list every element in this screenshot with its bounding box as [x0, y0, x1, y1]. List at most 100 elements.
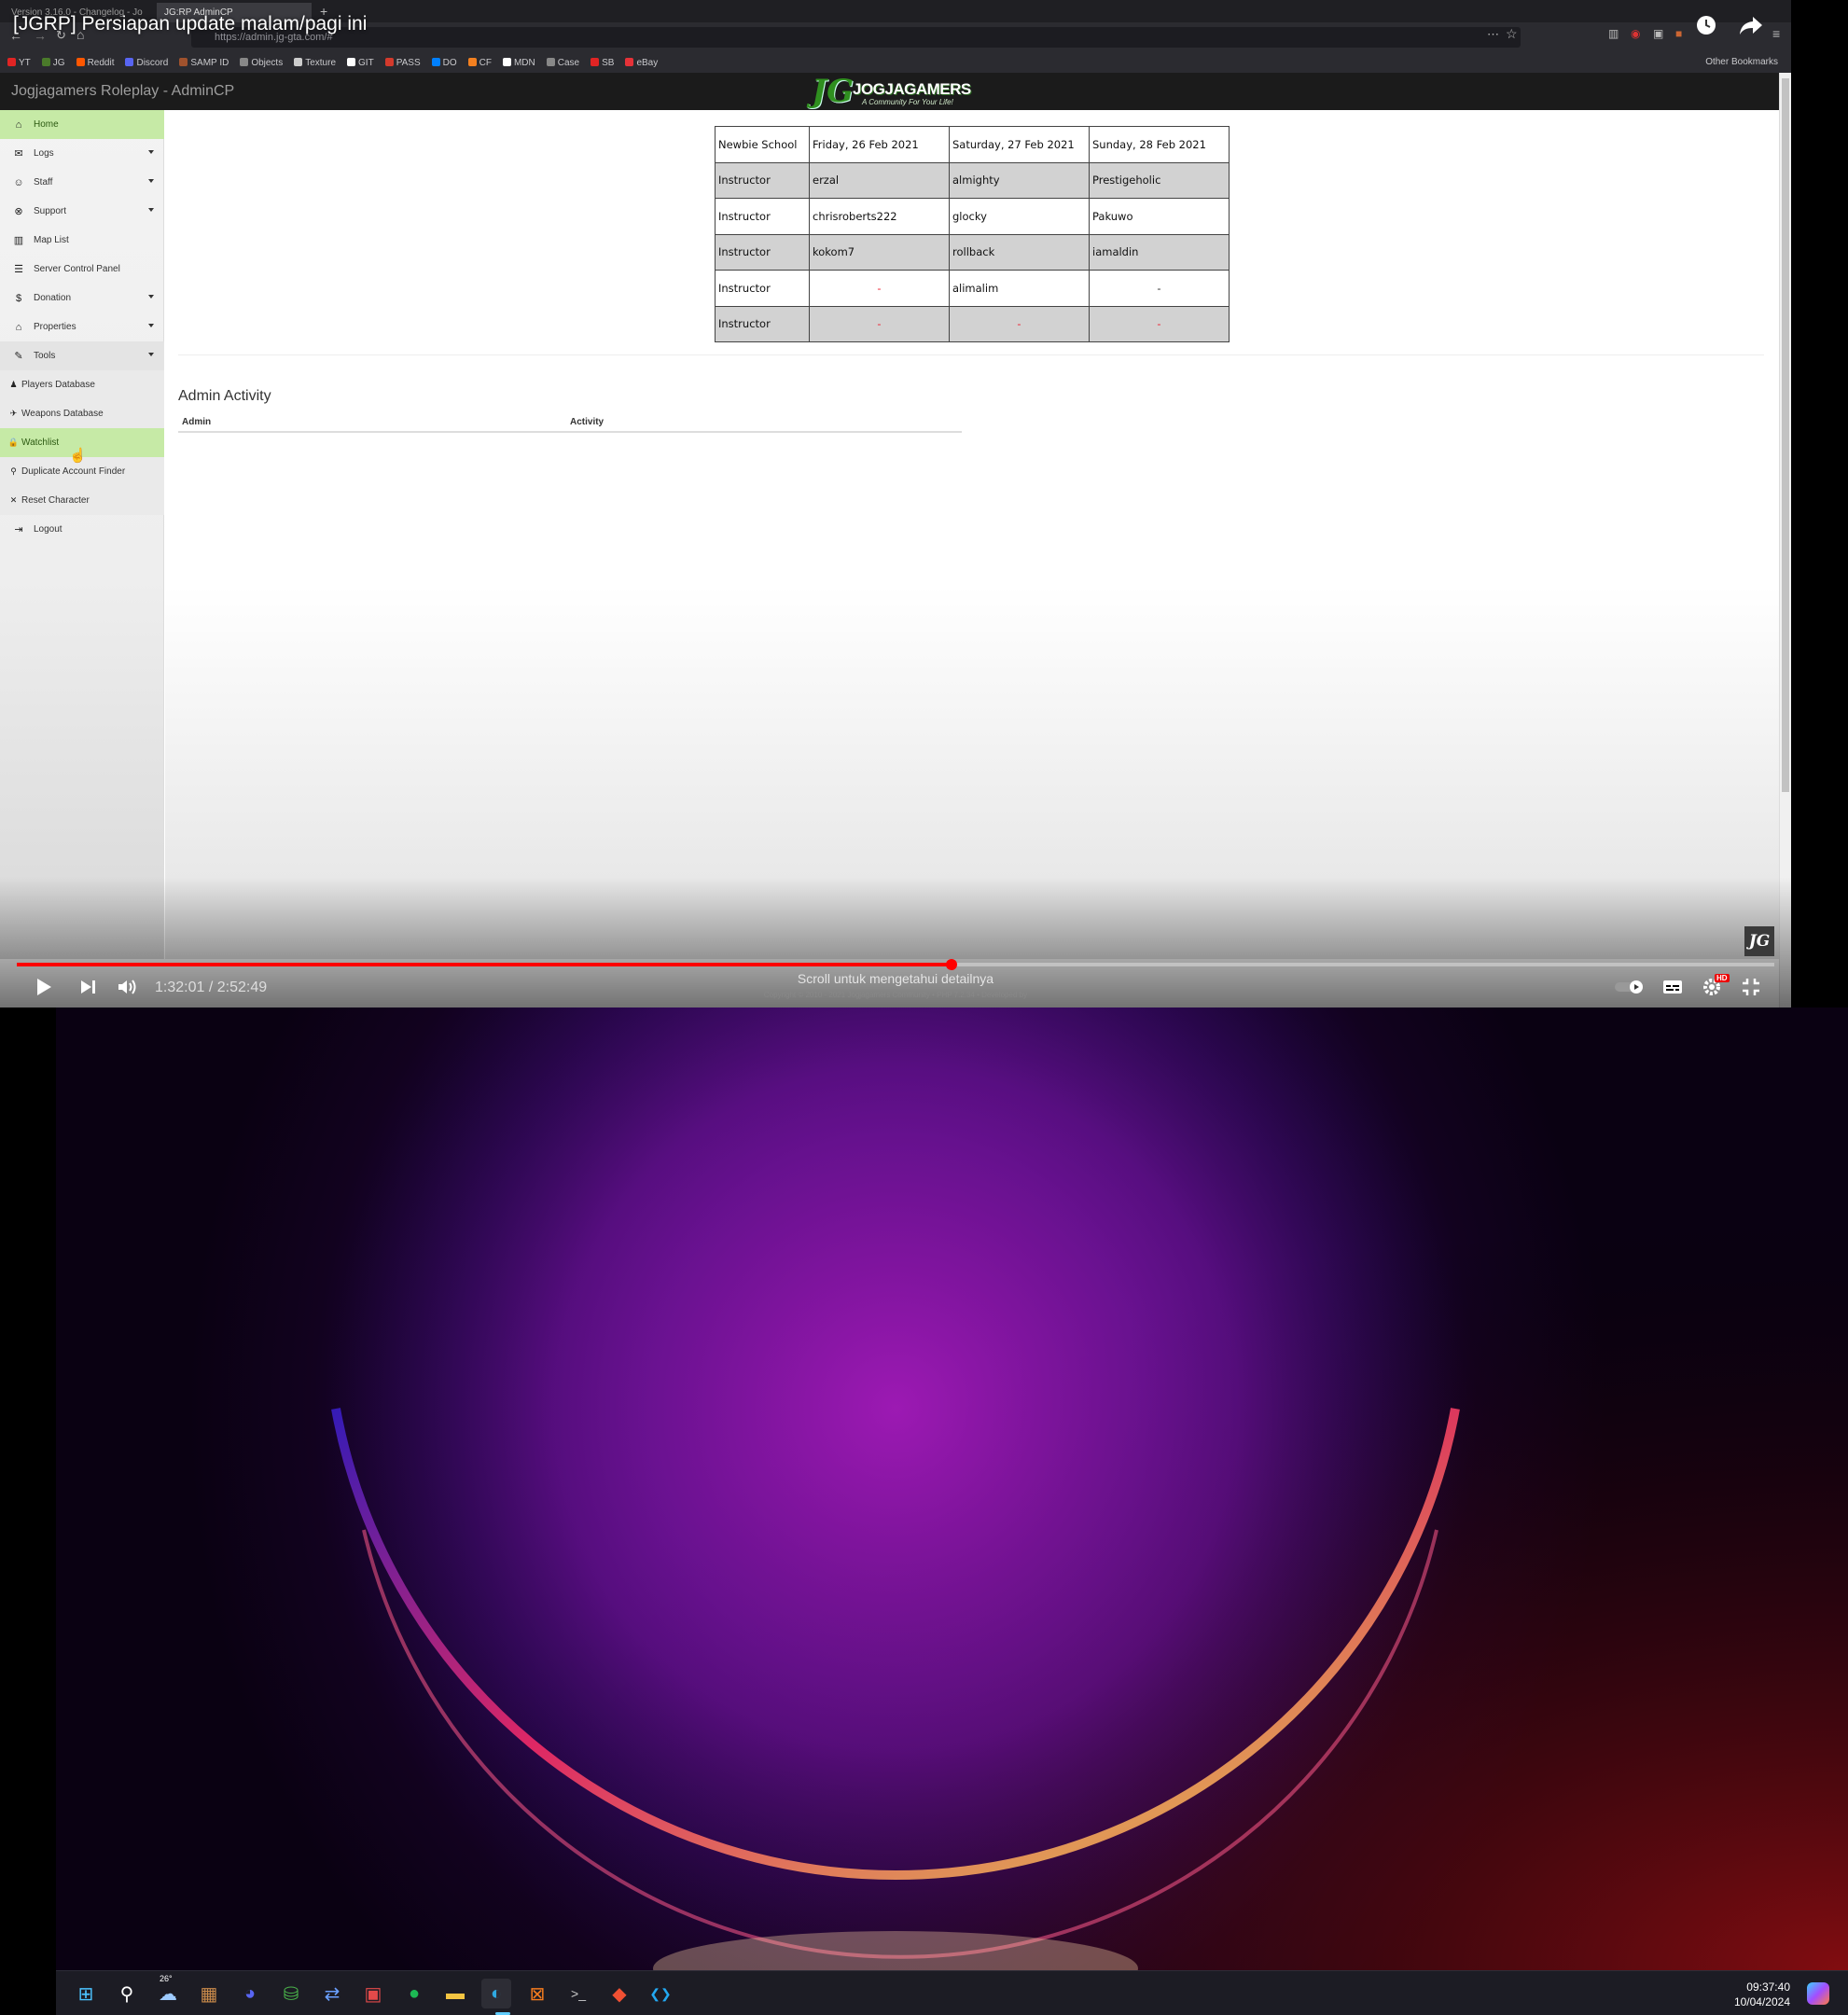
site-title[interactable]: Jogjagamers Roleplay - AdminCP: [11, 83, 234, 100]
newbie-school-schedule: Newbie School Friday, 26 Feb 2021 Saturday…: [715, 126, 1230, 342]
bookmark-ebay[interactable]: eBay: [625, 57, 659, 68]
system-clock[interactable]: 09:37:40 10/04/2024: [1734, 1980, 1790, 2009]
next-icon[interactable]: [75, 973, 103, 1001]
sidebar-item-label: Donation: [34, 293, 72, 303]
sidebar-item-reset-character[interactable]: ✕ Reset Character: [0, 486, 164, 515]
bookmark-label: Texture: [305, 57, 337, 68]
start-icon[interactable]: ⊞: [71, 1979, 101, 2008]
schedule-header-cell: Sunday, 28 Feb 2021: [1089, 126, 1230, 163]
bookmark-case[interactable]: Case: [546, 57, 580, 68]
bookmark-icon: [502, 57, 511, 66]
share-icon[interactable]: [1739, 13, 1763, 37]
schedule-row: Instructor - - -: [715, 305, 1230, 342]
star-icon[interactable]: ☆: [1506, 26, 1518, 42]
scrollbar-thumb[interactable]: [1782, 78, 1789, 792]
bookmark-label: GIT: [358, 57, 374, 68]
extension-icon[interactable]: ■: [1675, 27, 1682, 40]
bookmark-samp-id[interactable]: SAMP ID: [179, 57, 229, 68]
volume-icon[interactable]: [114, 973, 142, 1001]
url-field[interactable]: https://admin.jg-gta.com/#: [191, 27, 1521, 48]
server-icon: ☰: [14, 264, 23, 275]
chevron-down-icon: [148, 208, 154, 212]
sidebar-item-server-control-panel[interactable]: ☰ Server Control Panel: [0, 255, 164, 284]
video-player[interactable]: Version 3.16.0 - Changelog - Jo JG:RP Ad…: [0, 0, 1791, 1008]
sidebar-item-support[interactable]: ⊗ Support: [0, 197, 164, 226]
progress-bar[interactable]: [17, 959, 1774, 970]
schedule-cell: rollback: [949, 233, 1090, 271]
git-icon[interactable]: ◆: [604, 1979, 634, 2008]
sidebar-item-label: Logs: [34, 148, 54, 159]
bookmark-pass[interactable]: PASS: [384, 57, 421, 68]
xampp-icon[interactable]: ⊠: [522, 1979, 552, 2008]
sidebar-icon[interactable]: ▣: [1653, 27, 1663, 40]
divider: [178, 354, 1764, 355]
page-scrollbar[interactable]: [1779, 73, 1791, 1008]
video-title[interactable]: [JGRP] Persiapan update malam/pagi ini: [13, 13, 367, 35]
sidebar-item-tools[interactable]: ✎ Tools: [0, 341, 164, 370]
subtitles-icon[interactable]: [1659, 973, 1687, 1001]
bookmark-icon: [41, 57, 50, 66]
play-icon[interactable]: [30, 973, 58, 1001]
more-icon[interactable]: ⋯: [1487, 27, 1499, 42]
bookmark-label: YT: [19, 57, 31, 68]
search-icon[interactable]: ⚲: [112, 1979, 142, 2008]
bookmark-sb[interactable]: SB: [591, 57, 614, 68]
bookmark-objects[interactable]: Objects: [240, 57, 283, 68]
channel-watermark[interactable]: JG: [1744, 926, 1774, 956]
remote-app-icon[interactable]: ⇄: [317, 1979, 347, 2008]
schedule-row: Instructor erzal almighty Prestigeholic: [715, 161, 1230, 199]
site-header: Jogjagamers Roleplay - AdminCP JG JOGJAG…: [0, 73, 1779, 110]
schedule-cell: erzal: [809, 161, 950, 199]
copilot-icon[interactable]: [1807, 1982, 1829, 2005]
bookmark-mdn[interactable]: MDN: [502, 57, 535, 68]
discord-icon[interactable]: ◕: [235, 1979, 265, 2008]
bookmark-git[interactable]: GIT: [347, 57, 374, 68]
lock-icon: 🔒: [7, 438, 20, 447]
site-logo[interactable]: JG JOGJAGAMERS A Community For Your Life…: [810, 73, 971, 110]
edge-icon[interactable]: ◐: [481, 1979, 511, 2008]
bookmark-do[interactable]: DO: [431, 57, 457, 68]
sidebar-item-logout[interactable]: ⇥ Logout: [0, 515, 164, 544]
bookmark-label: Case: [557, 57, 580, 68]
library-icon[interactable]: ▥: [1608, 27, 1619, 40]
bookmark-discord[interactable]: Discord: [125, 57, 168, 68]
shield-icon[interactable]: ◉: [1631, 27, 1640, 40]
tasks-app-icon[interactable]: ▣: [358, 1979, 388, 2008]
logo-name: JOGJAGAMERS: [853, 80, 971, 98]
sidebar-item-properties[interactable]: ⌂ Properties: [0, 313, 164, 341]
vscode-icon[interactable]: ❮❯: [646, 1979, 675, 2008]
sidebar-item-weapons-database[interactable]: ✈ Weapons Database: [0, 399, 164, 428]
exit-fullscreen-icon[interactable]: [1737, 973, 1765, 1001]
game-app-icon[interactable]: ▦: [194, 1979, 224, 2008]
spotify-icon[interactable]: ●: [399, 1979, 429, 2008]
sidebar-item-donation[interactable]: $ Donation: [0, 284, 164, 313]
sidebar-item-home[interactable]: ⌂ Home: [0, 110, 164, 139]
file-explorer-icon[interactable]: ▬: [440, 1979, 470, 2008]
sidebar-item-label: Map List: [34, 235, 69, 245]
autoplay-toggle[interactable]: [1614, 973, 1647, 1001]
bookmark-cf[interactable]: CF: [467, 57, 492, 68]
menu-icon[interactable]: ≡: [1772, 26, 1780, 41]
bookmark-label: eBay: [636, 57, 659, 68]
other-bookmarks[interactable]: Other Bookmarks: [1705, 57, 1778, 67]
bookmark-icon: [240, 57, 249, 66]
sidebar-item-label: Staff: [34, 177, 53, 188]
sidebar-item-staff[interactable]: ☺ Staff: [0, 168, 164, 197]
sidebar-item-label: Reset Character: [21, 495, 90, 506]
sidebar-item-players-database[interactable]: ♟ Players Database: [0, 370, 164, 399]
bookmark-label: JG: [52, 57, 65, 68]
bookmark-icon: [591, 57, 600, 66]
bookmark-texture[interactable]: Texture: [294, 57, 337, 68]
schedule-cell: Prestigeholic: [1089, 161, 1230, 199]
bookmark-jg[interactable]: JG: [41, 57, 65, 68]
taskbar: ⊞ ⚲ ☁ ▦ ◕ ⛁ ⇄ ▣ ● ▬ ◐ ⊠ >_ ◆ ❮❯ 26° 09:37:40 10/04/202…: [56, 1970, 1848, 2015]
sidebar-item-label: Duplicate Account Finder: [21, 466, 126, 477]
sidebar-item-logs[interactable]: ✉ Logs: [0, 139, 164, 168]
bookmark-yt[interactable]: YT: [7, 57, 31, 68]
network-app-icon[interactable]: ⛁: [276, 1979, 306, 2008]
sidebar-item-map-list[interactable]: ▥ Map List: [0, 226, 164, 255]
settings-icon[interactable]: HD: [1698, 973, 1730, 1001]
bookmark-reddit[interactable]: Reddit: [76, 57, 114, 68]
terminal-icon[interactable]: >_: [563, 1979, 593, 2008]
watch-later-icon[interactable]: [1694, 13, 1718, 37]
